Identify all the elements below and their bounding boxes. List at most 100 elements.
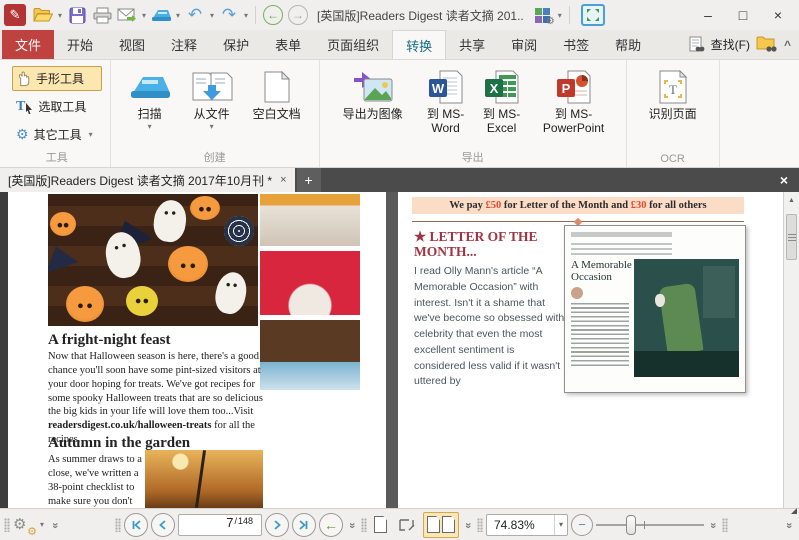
ocr-pages-button[interactable]: T 识别页面 xyxy=(637,64,709,149)
hand-tool-button[interactable]: 手形工具 xyxy=(12,66,102,91)
zoom-level-combobox[interactable]: 74.83% ▾ xyxy=(486,514,568,536)
fit-page-view-button[interactable] xyxy=(394,512,420,538)
expand-zoom-icon[interactable]: » xyxy=(707,519,719,531)
tab-review[interactable]: 审阅 xyxy=(498,30,550,59)
clipping-author-avatar xyxy=(571,287,583,299)
previous-view-button[interactable]: ← xyxy=(261,3,285,27)
forward-icon: → xyxy=(288,5,308,25)
last-page-icon xyxy=(298,519,310,531)
export-excel-button[interactable]: X 到 MS-Excel xyxy=(476,64,528,149)
powerpoint-icon: P xyxy=(556,69,592,105)
status-options-button[interactable]: ⚙⚙ xyxy=(13,515,35,535)
expand-nav-icon[interactable]: » xyxy=(346,519,358,531)
new-tab-button[interactable]: + xyxy=(297,168,321,192)
zoom-slider-handle[interactable] xyxy=(626,515,636,535)
expand-right-icon[interactable]: » xyxy=(783,519,795,531)
fit-page-icon xyxy=(398,517,416,533)
back-icon: ← xyxy=(263,5,283,25)
tab-convert[interactable]: 转换 xyxy=(392,30,446,59)
close-button[interactable]: × xyxy=(761,3,795,27)
open-dropdown-icon[interactable]: ▾ xyxy=(56,11,64,20)
tab-bookmarks[interactable]: 书签 xyxy=(550,30,602,59)
redo-dropdown-icon[interactable]: ▾ xyxy=(242,11,250,20)
page-number-input[interactable]: 7/148 xyxy=(178,514,262,536)
undo-icon: ↶ xyxy=(188,5,202,25)
scroll-up-icon[interactable]: ▲ xyxy=(784,192,799,208)
ui-options-button[interactable]: ⚙ xyxy=(531,3,555,27)
email-dropdown-icon[interactable]: ▾ xyxy=(140,11,148,20)
zoom-slider[interactable] xyxy=(596,514,704,536)
ocr-pages-label: 识别页面 xyxy=(649,108,697,122)
layout-grip-handle[interactable] xyxy=(361,518,367,532)
status-options-dropdown-icon[interactable]: ▾ xyxy=(38,520,46,529)
zoom-grip-handle[interactable] xyxy=(477,518,483,532)
back-icon: ← xyxy=(324,517,338,533)
tab-share[interactable]: 共享 xyxy=(446,30,498,59)
open-file-button[interactable] xyxy=(31,3,55,27)
close-document-button[interactable]: × xyxy=(769,168,799,192)
tab-view[interactable]: 视图 xyxy=(106,30,158,59)
dog-photo xyxy=(260,320,360,390)
zoom-dropdown-icon[interactable]: ▾ xyxy=(554,515,567,535)
app-logo-icon: ✎ xyxy=(4,4,26,26)
document-tab-close-icon[interactable]: × xyxy=(280,174,286,186)
right-grip-handle[interactable] xyxy=(722,518,728,532)
single-page-view-button[interactable] xyxy=(370,512,391,538)
titlebar-separator xyxy=(255,6,256,24)
tab-file[interactable]: 文件 xyxy=(2,30,54,59)
scan-dropdown-icon[interactable]: ▾ xyxy=(174,11,182,20)
minus-icon: − xyxy=(578,517,586,532)
document-view[interactable]: A fright-night feast Now that Halloween … xyxy=(0,192,799,508)
first-page-button[interactable] xyxy=(124,513,148,537)
find-label[interactable]: 查找(F) xyxy=(711,36,750,53)
group-create: 扫描 ▾ 从文件 ▾ 空白文档 创建 xyxy=(111,60,320,167)
scan-button[interactable]: 扫描 ▾ xyxy=(121,64,179,149)
redo-button[interactable]: ↷ xyxy=(217,3,241,27)
email-button[interactable] xyxy=(115,3,139,27)
export-powerpoint-button[interactable]: P 到 MS-PowerPoint xyxy=(532,64,616,149)
search-folder-icon[interactable] xyxy=(756,36,778,53)
scrollbar-thumb[interactable] xyxy=(786,214,797,260)
window-title: [英国版]Readers Digest 读者文摘 201.. xyxy=(317,7,524,24)
select-tool-button[interactable]: T 选取工具 xyxy=(12,94,102,119)
other-tools-button[interactable]: ⚙ 其它工具 ▾ xyxy=(12,122,102,147)
two-page-view-button[interactable] xyxy=(423,512,459,538)
nav-grip-handle[interactable] xyxy=(115,518,121,532)
tab-protect[interactable]: 保护 xyxy=(210,30,262,59)
last-page-button[interactable] xyxy=(292,513,316,537)
next-view-button[interactable]: → xyxy=(286,3,310,27)
tab-organize[interactable]: 页面组织 xyxy=(314,30,392,59)
export-word-button[interactable]: W 到 MS-Word xyxy=(420,64,472,149)
tab-comment[interactable]: 注释 xyxy=(158,30,210,59)
minimize-button[interactable]: – xyxy=(691,3,725,27)
tab-form[interactable]: 表单 xyxy=(262,30,314,59)
toolbar-grip-handle[interactable] xyxy=(4,518,10,532)
blank-document-button[interactable]: 空白文档 xyxy=(245,64,309,149)
expand-toolbar-icon[interactable]: » xyxy=(49,519,61,531)
save-button[interactable] xyxy=(65,3,89,27)
undo-dropdown-icon[interactable]: ▾ xyxy=(208,11,216,20)
ui-options-dropdown-icon[interactable]: ▾ xyxy=(556,11,564,20)
previous-view-status-button[interactable]: ← xyxy=(319,513,343,537)
restore-button[interactable]: □ xyxy=(726,3,760,27)
two-page-icon-left xyxy=(427,516,440,533)
zoom-out-button[interactable]: − xyxy=(571,514,593,536)
two-page-icon-right xyxy=(442,516,455,533)
previous-page-button[interactable] xyxy=(151,513,175,537)
document-scrollbar[interactable]: ▲ xyxy=(783,192,799,508)
from-file-button[interactable]: 从文件 ▾ xyxy=(183,64,241,149)
expand-layout-icon[interactable]: » xyxy=(462,519,474,531)
print-button[interactable] xyxy=(90,3,114,27)
svg-text:W: W xyxy=(431,81,444,96)
tab-help[interactable]: 帮助 xyxy=(602,30,654,59)
undo-button[interactable]: ↶ xyxy=(183,3,207,27)
blank-document-icon xyxy=(263,70,291,104)
find-document-icon[interactable] xyxy=(689,36,705,54)
tab-home[interactable]: 开始 xyxy=(54,30,106,59)
fullscreen-button[interactable] xyxy=(581,4,605,26)
scan-quick-button[interactable] xyxy=(149,3,173,27)
export-image-button[interactable]: 导出为图像 xyxy=(330,64,416,149)
collapse-ribbon-button[interactable]: ^ xyxy=(784,38,791,52)
next-page-button[interactable] xyxy=(265,513,289,537)
document-tab[interactable]: [英国版]Readers Digest 读者文摘 2017年10月刊 * × xyxy=(0,168,295,192)
